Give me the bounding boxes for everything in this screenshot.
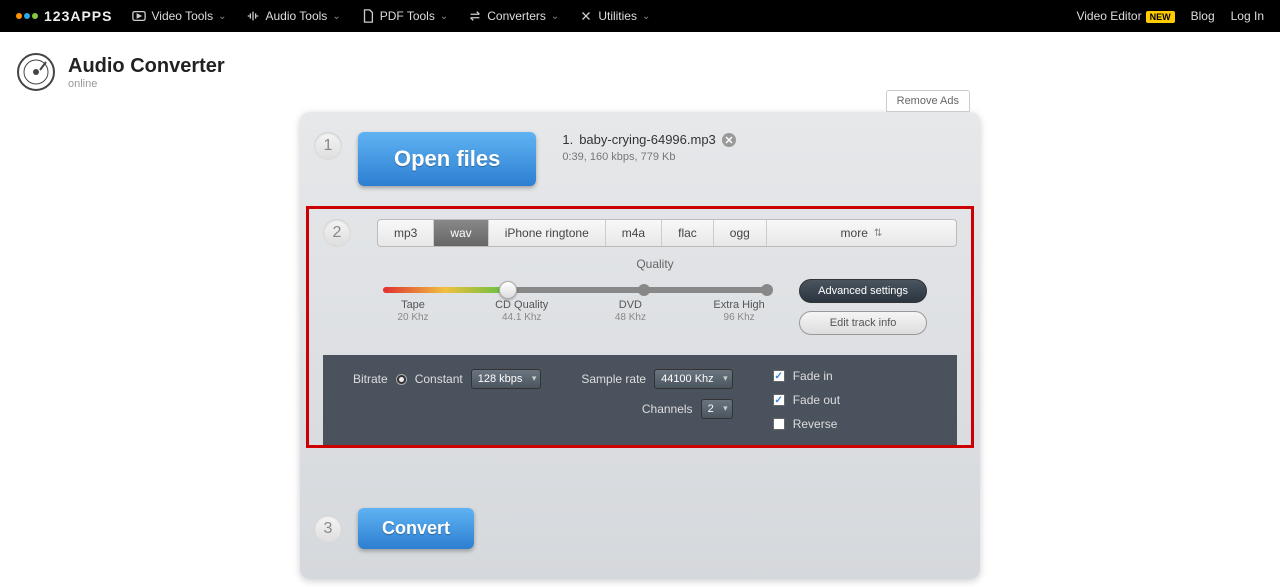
reverse-checkbox[interactable]	[773, 418, 785, 430]
nav-video-editor[interactable]: Video EditorNEW	[1076, 9, 1174, 23]
step-number-3: 3	[314, 515, 342, 543]
quality-label: Quality	[383, 257, 927, 271]
app-title: Audio Converter	[68, 55, 225, 78]
quality-stop-extra: Extra High	[713, 299, 764, 311]
slider-tick-dvd	[638, 284, 650, 296]
main-panel: Remove Ads 1 Open files 1. baby-crying-6…	[300, 112, 980, 579]
chevron-down-icon: ⌄	[218, 11, 226, 22]
nav-pdf-tools[interactable]: PDF Tools⌄	[361, 9, 449, 23]
format-tab-iphone[interactable]: iPhone ringtone	[489, 220, 606, 246]
play-icon	[132, 9, 146, 23]
format-tab-ogg[interactable]: ogg	[714, 220, 767, 246]
nav-items: Video Tools⌄ Audio Tools⌄ PDF Tools⌄ Con…	[132, 9, 650, 23]
reverse-label: Reverse	[793, 417, 838, 431]
format-tab-mp3[interactable]: mp3	[378, 220, 434, 246]
step-3: 3 Convert	[300, 448, 980, 549]
step-number-1: 1	[314, 132, 342, 160]
file-index: 1.	[562, 132, 573, 147]
bitrate-constant-radio[interactable]	[396, 374, 407, 385]
logo-dots-icon	[16, 13, 38, 19]
nav-blog[interactable]: Blog	[1191, 9, 1215, 23]
updown-icon: ⇅	[874, 228, 882, 239]
logo-text: 123APPS	[44, 8, 112, 24]
quality-stop-dvd: DVD	[619, 299, 642, 311]
bitrate-label: Bitrate	[353, 372, 388, 386]
sample-rate-label: Sample rate	[581, 372, 646, 386]
file-name: baby-crying-64996.mp3	[579, 132, 716, 147]
remove-ads-button[interactable]: Remove Ads	[886, 90, 970, 112]
step-2: 2 mp3 wav iPhone ringtone m4a flac ogg m…	[306, 206, 974, 448]
format-tab-wav[interactable]: wav	[434, 220, 488, 246]
utilities-icon	[579, 9, 593, 23]
format-tab-flac[interactable]: flac	[662, 220, 714, 246]
fade-out-checkbox[interactable]	[773, 394, 785, 406]
step-number-2: 2	[323, 219, 351, 247]
slider-fill	[383, 287, 507, 293]
quality-stop-cd: CD Quality	[495, 299, 548, 311]
nav-audio-tools[interactable]: Audio Tools⌄	[246, 9, 340, 23]
vinyl-icon	[16, 52, 56, 92]
nav-video-tools[interactable]: Video Tools⌄	[132, 9, 226, 23]
convert-button[interactable]: Convert	[358, 508, 474, 549]
nav-utilities[interactable]: Utilities⌄	[579, 9, 650, 23]
format-tab-m4a[interactable]: m4a	[606, 220, 662, 246]
file-info: 1. baby-crying-64996.mp3 0:39, 160 kbps,…	[562, 132, 735, 163]
chevron-down-icon: ⌄	[551, 11, 559, 22]
edit-track-info-button[interactable]: Edit track info	[799, 311, 927, 335]
fade-in-checkbox[interactable]	[773, 370, 785, 382]
document-icon	[361, 9, 375, 23]
fade-out-label: Fade out	[793, 393, 840, 407]
fade-in-label: Fade in	[793, 369, 833, 383]
slider-tick-extra	[761, 284, 773, 296]
open-files-button[interactable]: Open files	[358, 132, 536, 186]
app-title-bar: Audio Converter online	[0, 32, 1280, 102]
top-nav: 123APPS Video Tools⌄ Audio Tools⌄ PDF To…	[0, 0, 1280, 32]
quality-slider[interactable]	[383, 287, 769, 293]
nav-converters[interactable]: Converters⌄	[468, 9, 559, 23]
audio-icon	[246, 9, 260, 23]
step-1: 1 Open files 1. baby-crying-64996.mp3 0:…	[300, 112, 980, 206]
sample-rate-select[interactable]: 44100 Khz	[654, 369, 733, 389]
chevron-down-icon: ⌄	[440, 11, 448, 22]
file-meta: 0:39, 160 kbps, 779 Kb	[562, 151, 735, 163]
nav-right: Video EditorNEW Blog Log In	[1076, 9, 1264, 23]
slider-labels: Tape20 Khz CD Quality44.1 Khz DVD48 Khz …	[383, 299, 769, 323]
bitrate-select[interactable]: 128 kbps	[471, 369, 542, 389]
channels-select[interactable]: 2	[701, 399, 733, 419]
channels-label: Channels	[642, 402, 693, 416]
format-tabs: mp3 wav iPhone ringtone m4a flac ogg mor…	[377, 219, 957, 247]
convert-icon	[468, 9, 482, 23]
quality-stop-tape: Tape	[401, 299, 425, 311]
nav-login[interactable]: Log In	[1231, 9, 1264, 23]
advanced-settings-button[interactable]: Advanced settings	[799, 279, 927, 303]
close-icon	[725, 136, 733, 144]
bitrate-constant-label: Constant	[415, 372, 463, 386]
chevron-down-icon: ⌄	[332, 11, 340, 22]
new-badge: NEW	[1146, 11, 1175, 23]
app-subtitle: online	[68, 78, 225, 90]
format-tab-more[interactable]: more⇅	[767, 220, 956, 246]
logo[interactable]: 123APPS	[16, 8, 112, 24]
slider-thumb[interactable]	[499, 281, 517, 299]
advanced-panel: Bitrate Constant 128 kbps Sample rate 44…	[323, 355, 957, 445]
remove-file-button[interactable]	[722, 133, 736, 147]
chevron-down-icon: ⌄	[642, 11, 650, 22]
